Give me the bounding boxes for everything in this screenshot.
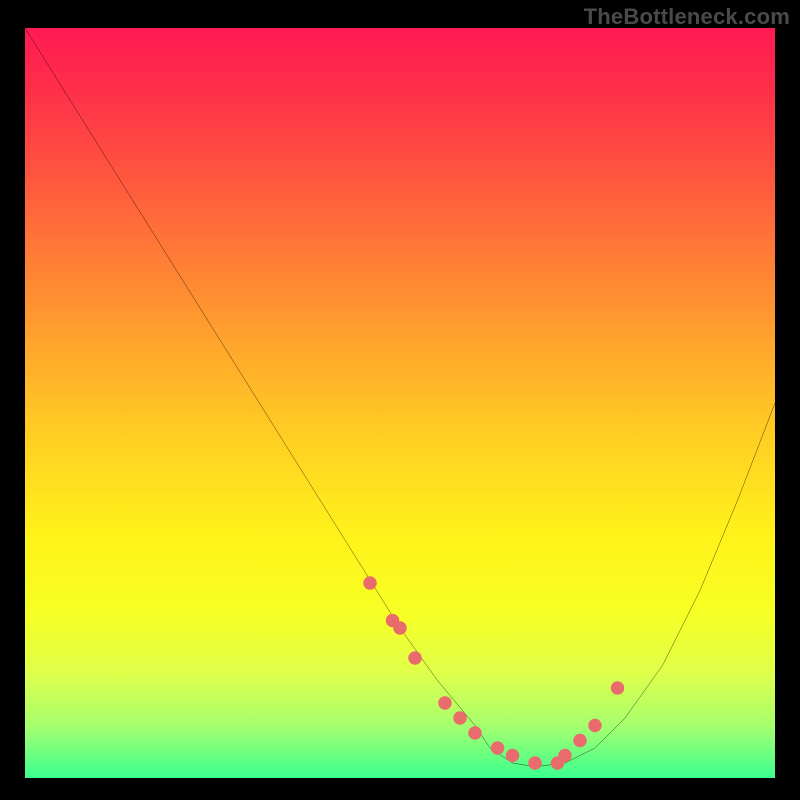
marker-dot bbox=[611, 681, 625, 695]
marker-dot bbox=[506, 749, 520, 763]
marker-dot bbox=[393, 621, 406, 635]
marker-dot bbox=[558, 749, 572, 763]
marker-dot bbox=[363, 576, 376, 590]
marker-dot bbox=[468, 726, 481, 740]
chart-frame: TheBottleneck.com bbox=[0, 0, 800, 800]
marker-dot bbox=[528, 756, 542, 770]
marker-dot bbox=[453, 711, 466, 725]
marker-dot bbox=[408, 651, 421, 665]
marker-dot bbox=[438, 696, 451, 710]
marker-dot bbox=[588, 719, 602, 733]
curve-group bbox=[25, 28, 775, 767]
marker-dot bbox=[491, 741, 504, 755]
marker-dots bbox=[363, 576, 624, 770]
marker-dot bbox=[573, 734, 587, 748]
bottleneck-curve bbox=[25, 28, 775, 767]
watermark-text: TheBottleneck.com bbox=[584, 4, 790, 30]
plot-area bbox=[25, 28, 775, 778]
chart-svg bbox=[25, 28, 775, 778]
